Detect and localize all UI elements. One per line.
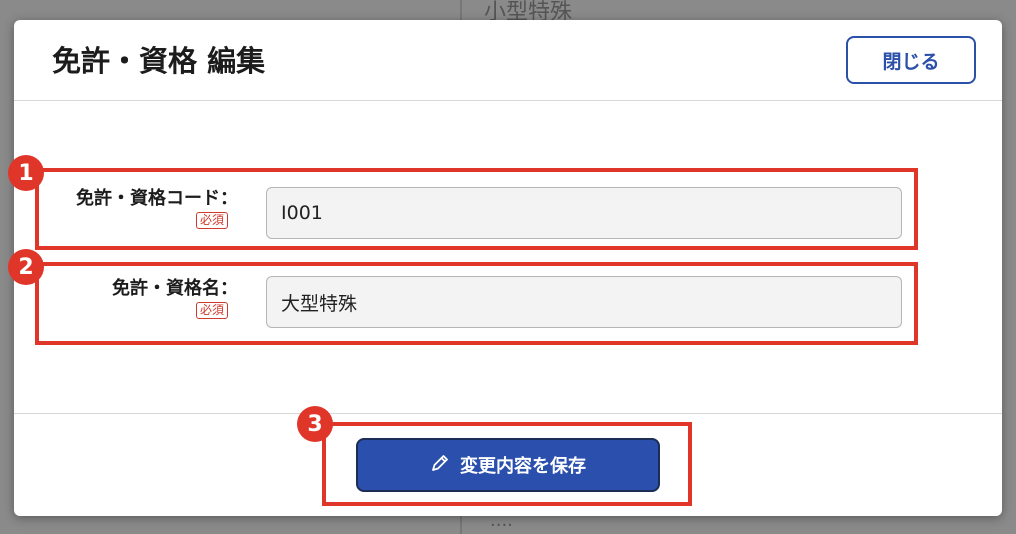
header-divider bbox=[14, 100, 1002, 101]
dialog-title: 免許・資格 編集 bbox=[52, 44, 266, 78]
callout-box-2 bbox=[35, 262, 918, 345]
footer-divider bbox=[14, 413, 1002, 414]
close-button[interactable]: 閉じる bbox=[846, 36, 976, 84]
callout-box-3 bbox=[322, 422, 692, 506]
callout-number-2: 2 bbox=[8, 249, 44, 285]
callout-box-1 bbox=[35, 168, 918, 250]
callout-number-3: 3 bbox=[297, 406, 333, 442]
callout-number-1: 1 bbox=[8, 155, 44, 191]
